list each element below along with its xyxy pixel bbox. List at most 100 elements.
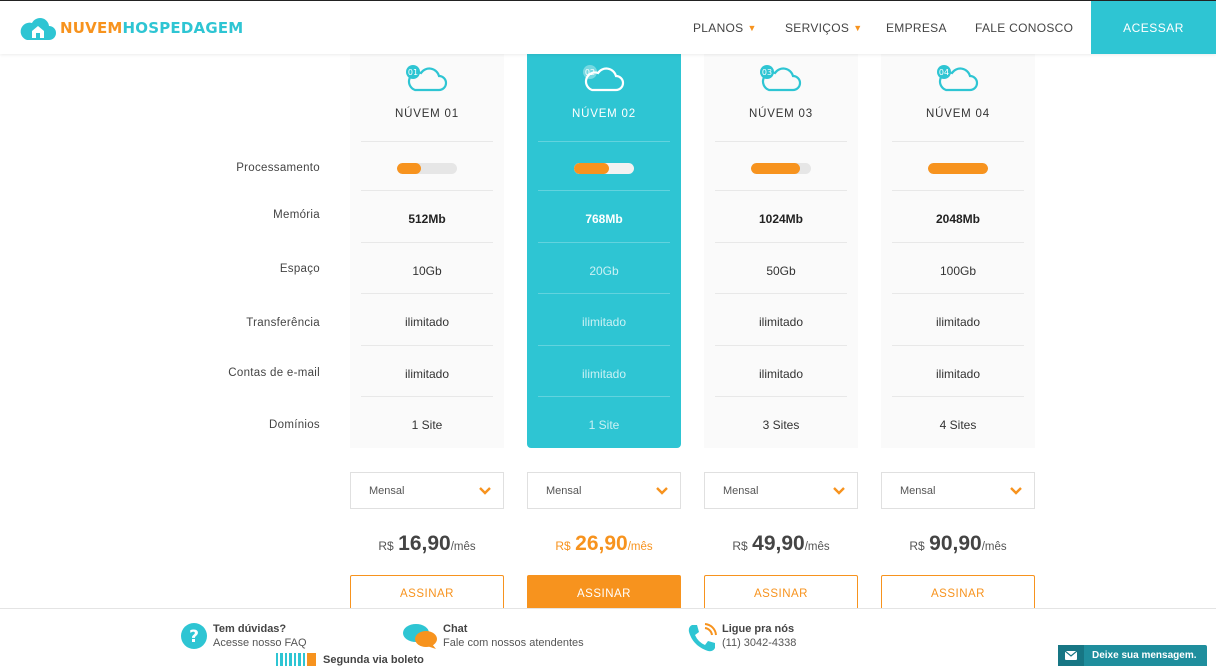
processing-bar-fill (928, 163, 988, 174)
question-icon: ? (181, 623, 207, 649)
phone-number: (11) 3042-4338 (722, 637, 797, 649)
plan-badge: 04 (939, 68, 949, 77)
logo-text-hospedagem: HOSPEDAGEM (122, 19, 244, 37)
divider (361, 345, 493, 346)
cloud-icon: 03 (760, 65, 802, 92)
plan-name: NÚVEM 04 (926, 108, 990, 120)
plan-column-3: 03 NÚVEM 03 1024Mb 50Gb ilimitado ilimit… (704, 54, 858, 448)
footer-contact-bar: ? Tem dúvidas? Acesse nosso FAQ Chat Fale … (0, 608, 1216, 666)
price-currency: R$ (555, 539, 571, 553)
divider (538, 242, 670, 243)
chevron-down-icon: ▼ (747, 23, 757, 33)
price-value: 90,90 (929, 532, 982, 555)
boleto-link[interactable]: Segunda via boleto (276, 653, 424, 666)
period-select-3[interactable]: Mensal (704, 472, 858, 509)
site-header: NUVEMHOSPEDAGEM PLANOS ▼ SERVIÇOS ▼ EMPRES… (0, 0, 1216, 54)
emails-value: ilimitado (758, 367, 803, 381)
boleto-title: Segunda via boleto (323, 654, 424, 666)
memory-value: 1024Mb (758, 212, 804, 226)
price-3: R$ 49,90/mês (704, 532, 858, 556)
nav-empresa-label: EMPRESA (886, 21, 947, 35)
chat-link[interactable]: Chat Fale com nossos atendentes (402, 622, 584, 650)
faq-title: Tem dúvidas? (213, 623, 287, 635)
logo[interactable]: NUVEMHOSPEDAGEM (18, 12, 243, 44)
domains-value: 1 Site (588, 418, 620, 432)
plan-badge: 02 (585, 68, 595, 77)
period-select-4[interactable]: Mensal (881, 472, 1035, 509)
price-currency: R$ (378, 539, 394, 553)
processing-bar (397, 163, 457, 174)
faq-link[interactable]: ? Tem dúvidas? Acesse nosso FAQ (180, 622, 307, 650)
phone-link[interactable]: Ligue pra nós (11) 3042-4338 (686, 622, 796, 654)
emails-value: ilimitado (404, 367, 449, 381)
domains-value: 1 Site (411, 418, 443, 432)
space-value: 10Gb (412, 264, 442, 278)
processing-bar-fill (751, 163, 801, 174)
period-select-value: Mensal (369, 484, 405, 497)
row-label-memoria: Memória (273, 209, 320, 221)
divider (892, 396, 1024, 397)
domains-value: 3 Sites (762, 418, 800, 432)
nav-servicos[interactable]: SERVIÇOS ▼ (785, 1, 862, 55)
period-select-value: Mensal (546, 484, 582, 497)
chat-bubble-icon (403, 624, 437, 649)
nav-planos[interactable]: PLANOS ▼ (693, 1, 757, 55)
divider (538, 293, 670, 294)
price-1: R$ 16,90/mês (350, 532, 504, 556)
transfer-value: ilimitado (581, 315, 626, 329)
cloud-icon: 01 (406, 65, 448, 92)
processing-bar-fill (397, 163, 421, 174)
row-label-processamento: Processamento (236, 162, 320, 174)
transfer-value: ilimitado (404, 315, 449, 329)
logo-text-nuvem: NUVEM (60, 19, 123, 37)
leave-message-widget[interactable]: Deixe sua mensagem. (1058, 645, 1207, 666)
price-value: 26,90 (575, 532, 628, 555)
price-value: 16,90 (398, 532, 451, 555)
price-4: R$ 90,90/mês (881, 532, 1035, 556)
phone-icon (688, 623, 717, 652)
chevron-down-icon (1010, 487, 1022, 495)
plan-name: NÚVEM 02 (572, 108, 636, 120)
row-label-contas-email: Contas de e-mail (228, 367, 320, 379)
processing-bar (751, 163, 811, 174)
divider (715, 345, 847, 346)
processing-bar-fill (574, 163, 609, 174)
nav-fale-conosco-label: FALE CONOSCO (975, 21, 1074, 35)
divider (361, 396, 493, 397)
chevron-down-icon (479, 487, 491, 495)
price-period: /mês (627, 541, 653, 553)
price-2: R$ 26,90/mês (527, 532, 681, 556)
period-select-1[interactable]: Mensal (350, 472, 504, 509)
chevron-down-icon (833, 487, 845, 495)
memory-value: 768Mb (585, 212, 623, 226)
plan-column-2: 02 NÚVEM 02 768Mb 20Gb ilimitado ilimita… (527, 54, 681, 448)
domains-value: 4 Sites (939, 418, 977, 432)
cloud-icon: 04 (937, 65, 979, 92)
chat-title: Chat (443, 623, 468, 635)
faq-subtitle: Acesse nosso FAQ (213, 637, 307, 649)
space-value: 20Gb (589, 264, 619, 278)
divider (715, 190, 847, 191)
nav-empresa[interactable]: EMPRESA (886, 1, 947, 55)
divider (892, 345, 1024, 346)
divider (538, 396, 670, 397)
divider (892, 190, 1024, 191)
period-select-value: Mensal (900, 484, 936, 497)
plan-column-1: 01 NÚVEM 01 512Mb 10Gb ilimitado ilimita… (350, 54, 504, 448)
space-value: 50Gb (766, 264, 796, 278)
divider (361, 242, 493, 243)
nav-fale-conosco[interactable]: FALE CONOSCO (975, 1, 1073, 55)
price-currency: R$ (732, 539, 748, 553)
price-period: /mês (804, 541, 830, 553)
acessar-button[interactable]: ACESSAR (1091, 1, 1216, 54)
chat-subtitle: Fale com nossos atendentes (443, 637, 584, 649)
plan-badge: 03 (762, 68, 772, 77)
divider (361, 141, 493, 142)
chevron-down-icon: ▼ (853, 23, 863, 33)
divider (715, 293, 847, 294)
period-select-2[interactable]: Mensal (527, 472, 681, 509)
memory-value: 2048Mb (935, 212, 981, 226)
row-label-espaco: Espaço (279, 263, 320, 275)
nav-servicos-label: SERVIÇOS (785, 21, 850, 35)
price-value: 49,90 (752, 532, 805, 555)
